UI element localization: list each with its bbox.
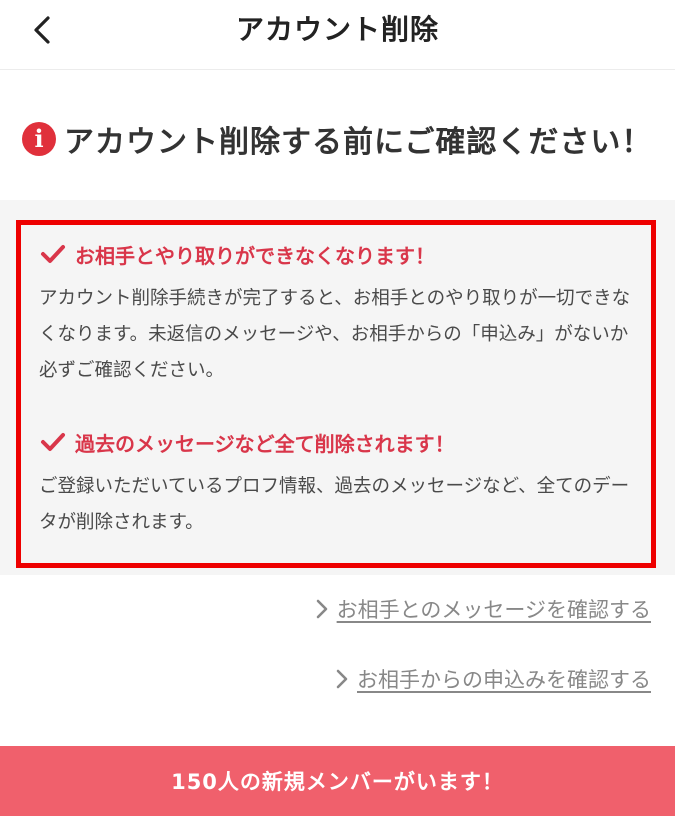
warning-body: ご登録いただいているプロフ情報、過去のメッセージなど、全てのデータが削除されます… [39, 476, 630, 533]
warning-box: お相手とやり取りができなくなります！ アカウント削除手続きが完了すると、お相手と… [16, 220, 656, 568]
notice-title: アカウント削除する前にご確認ください！ [64, 125, 653, 160]
warning-item: 過去のメッセージなど全て削除されます！ ご登録いただいているプロフ情報、過去のメ… [39, 425, 639, 541]
app-header: アカウント削除 [0, 0, 675, 70]
check-messages-link-label[interactable]: お相手とのメッセージを確認する [337, 594, 651, 624]
warning-heading: お相手とやり取りができなくなります！ [39, 237, 639, 271]
new-members-banner-label: 150人の新規メンバーがいます！ [171, 770, 504, 794]
check-messages-link[interactable]: お相手とのメッセージを確認する [315, 594, 651, 624]
warning-heading-text: お相手とやり取りができなくなります！ [75, 243, 435, 268]
info-icon: i [22, 122, 56, 156]
chevron-right-icon [316, 599, 327, 619]
warning-heading-text: 過去のメッセージなど全て削除されます！ [75, 431, 455, 456]
warning-item: お相手とやり取りができなくなります！ アカウント削除手続きが完了すると、お相手と… [39, 237, 639, 389]
check-icon [41, 245, 65, 263]
warning-body: アカウント削除手続きが完了すると、お相手とのやり取りが一切できなくなります。未返… [39, 288, 631, 381]
check-applications-link[interactable]: お相手からの申込みを確認する [335, 664, 651, 694]
warning-heading: 過去のメッセージなど全て削除されます！ [39, 425, 639, 459]
new-members-banner[interactable]: 150人の新規メンバーがいます！ [0, 746, 675, 816]
notice-heading: i アカウント削除する前にご確認ください！ [22, 117, 665, 161]
chevron-right-icon [336, 669, 348, 689]
check-applications-link-label[interactable]: お相手からの申込みを確認する [357, 664, 651, 694]
page-title: アカウント削除 [235, 13, 439, 46]
check-icon [41, 433, 65, 451]
